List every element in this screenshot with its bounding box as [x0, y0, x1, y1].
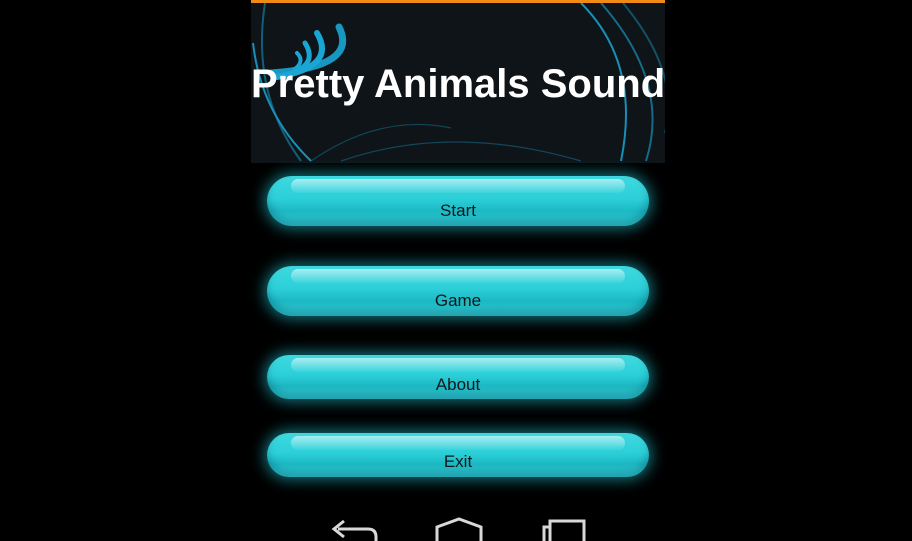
- app-header: Pretty Animals Sound: [251, 3, 665, 163]
- about-button-label: About: [435, 375, 481, 394]
- game-button[interactable]: Game: [267, 266, 649, 316]
- exit-button[interactable]: Exit: [267, 433, 649, 477]
- game-button-label: Game: [434, 291, 482, 310]
- start-button[interactable]: Start: [267, 176, 649, 226]
- back-icon[interactable]: [330, 519, 380, 541]
- recent-apps-icon[interactable]: [540, 519, 588, 541]
- home-icon[interactable]: [433, 517, 485, 541]
- screen: Pretty Animals Sound Start Game About Ex…: [0, 0, 912, 541]
- system-nav-bar: [0, 505, 912, 541]
- about-button[interactable]: About: [267, 355, 649, 399]
- app-title: Pretty Animals Sound: [251, 62, 665, 106]
- exit-button-label: Exit: [443, 452, 473, 471]
- start-button-label: Start: [440, 201, 476, 220]
- app-window: Pretty Animals Sound Start Game About Ex…: [251, 0, 665, 541]
